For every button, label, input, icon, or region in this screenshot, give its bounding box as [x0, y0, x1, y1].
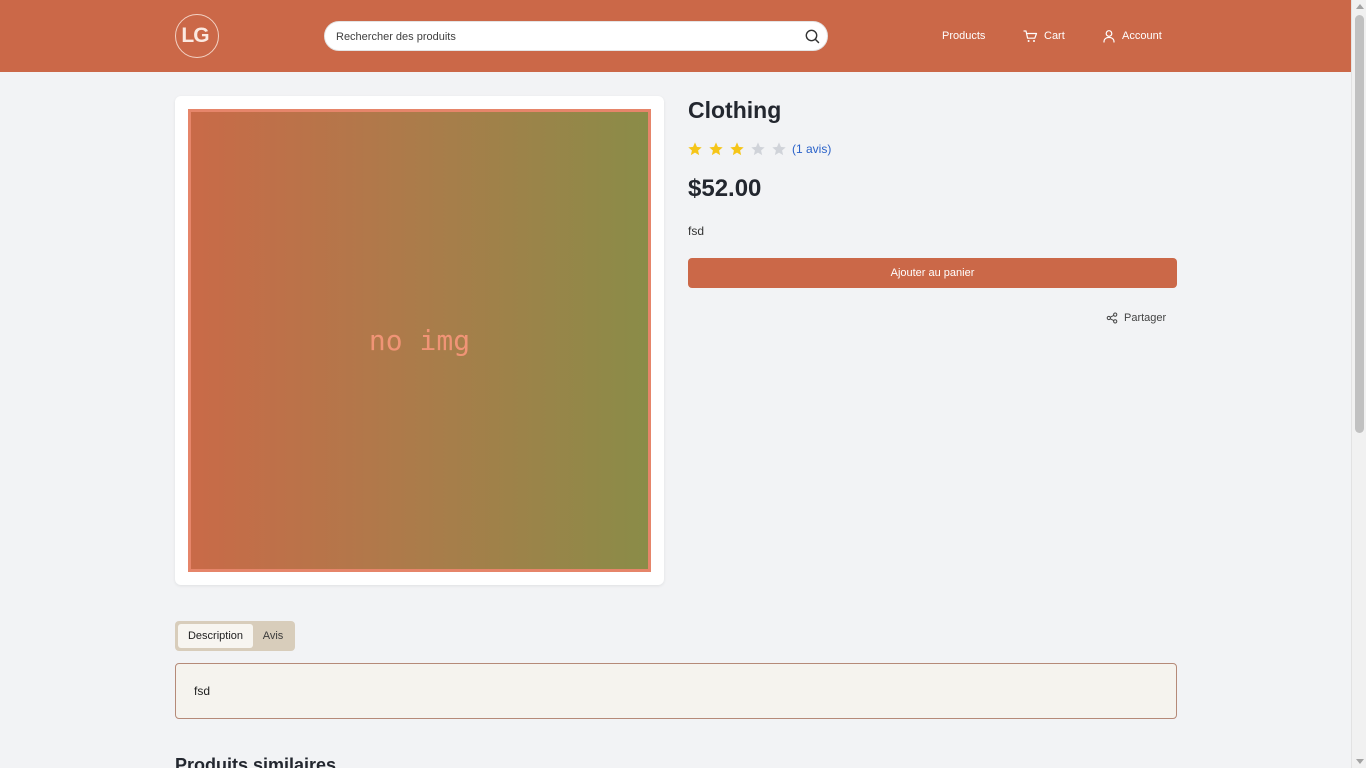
share-icon: [1106, 312, 1118, 324]
nav-products-label: Products: [942, 30, 986, 42]
product-title: Clothing: [688, 97, 782, 123]
search-bar: [324, 21, 828, 51]
nav-account[interactable]: Account: [1102, 26, 1162, 46]
scroll-up-arrow-icon[interactable]: [1356, 4, 1364, 9]
star-filled-icon: [688, 142, 702, 156]
share-button[interactable]: Partager: [1106, 312, 1166, 324]
top-header: LG Products Cart Account: [0, 0, 1351, 72]
reviews-count-link[interactable]: (1 avis): [792, 142, 831, 156]
star-rating: (1 avis): [687, 141, 831, 157]
star-empty-icon: [751, 142, 765, 156]
share-label: Partager: [1124, 312, 1167, 324]
placeholder-text: no img: [368, 324, 471, 357]
nav-account-label: Account: [1122, 30, 1162, 42]
cart-icon: [1023, 29, 1038, 42]
scroll-down-arrow-icon[interactable]: [1356, 759, 1364, 764]
star-filled-icon: [730, 142, 744, 156]
search-input[interactable]: [336, 28, 796, 45]
product-tabs: Description Avis: [175, 621, 295, 651]
user-icon: [1103, 30, 1115, 43]
add-to-cart-button[interactable]: Ajouter au panier: [688, 258, 1177, 288]
star-filled-icon: [709, 142, 723, 156]
short-description: fsd: [688, 224, 705, 238]
product-image-card: no img: [175, 96, 664, 585]
star-empty-icon: [772, 142, 786, 156]
tab-reviews[interactable]: Avis: [255, 624, 291, 648]
nav-cart[interactable]: Cart: [1023, 26, 1065, 46]
nav-cart-label: Cart: [1044, 30, 1065, 42]
tab-description[interactable]: Description: [178, 624, 253, 648]
nav-products[interactable]: Products: [942, 26, 985, 46]
product-image-placeholder[interactable]: no img: [188, 109, 651, 572]
search-icon[interactable]: [804, 28, 821, 45]
page-scrollbar[interactable]: [1351, 0, 1366, 768]
stars-holder: [687, 141, 792, 157]
logo[interactable]: LG: [175, 14, 219, 58]
product-price: $52.00: [688, 175, 762, 202]
description-panel: fsd: [175, 663, 1177, 719]
description-text: fsd: [194, 684, 211, 698]
scroll-thumb[interactable]: [1355, 15, 1364, 433]
similar-products-heading: Produits similaires: [175, 755, 337, 768]
